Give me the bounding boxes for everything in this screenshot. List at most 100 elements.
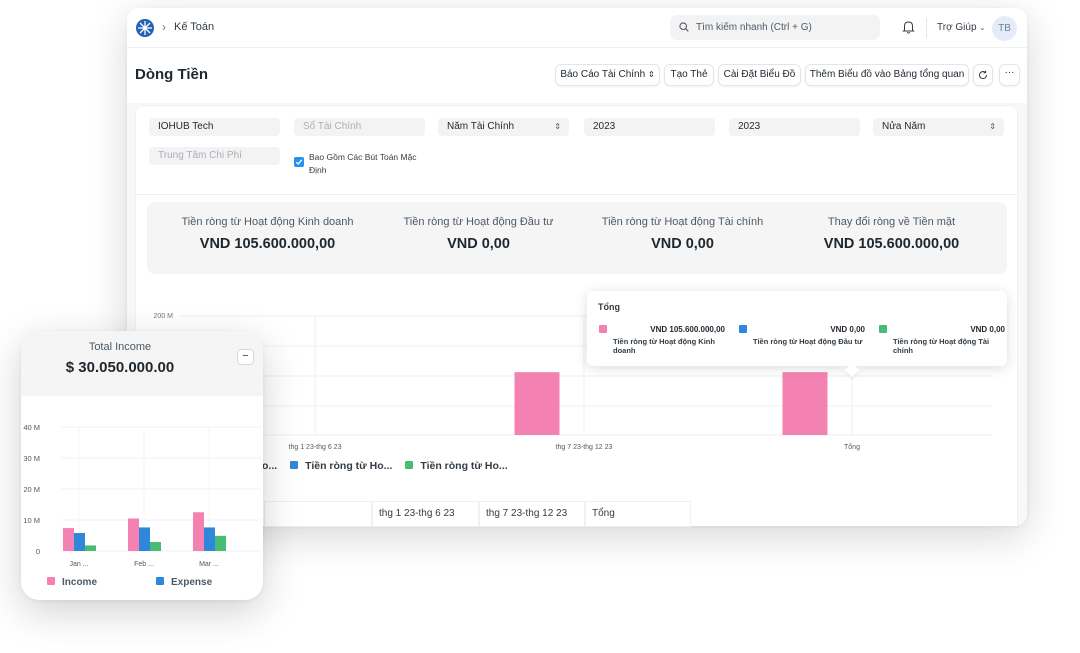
search-placeholder: Tìm kiếm nhanh (Ctrl + G) [696, 22, 812, 33]
bar [139, 527, 150, 551]
divider [926, 18, 927, 38]
legend-swatch-blue [290, 461, 299, 469]
to-year-field[interactable]: 2023 [729, 118, 860, 136]
search-icon [679, 22, 689, 32]
chevron-down-icon: ⌄ [979, 25, 986, 32]
page-title: Dòng Tiền [135, 66, 209, 83]
cost-center-field[interactable]: Trung Tâm Chi Phí [149, 147, 280, 165]
income-chart: 40 M 30 M 20 M 10 M 0 Jan ... Feb ... Mar ... [23, 423, 261, 568]
legend-item-income: Income [47, 577, 97, 588]
summary-item: Tiền ròng từ Hoạt động Kinh doanh VND 10… [160, 216, 375, 252]
help-dropdown[interactable]: Trợ Giúp ⌄ [937, 22, 985, 33]
bar [85, 545, 96, 551]
x-tick-label: Feb ... [134, 561, 154, 568]
summary-label: Thay đổi ròng về Tiền mặt [827, 216, 956, 228]
refresh-button[interactable] [973, 64, 993, 86]
period-type-value: Năm Tài Chính [447, 121, 515, 132]
summary-item: Tiền ròng từ Hoạt động Đầu tư VND 0,00 [371, 216, 586, 252]
collapse-button[interactable]: − [237, 349, 254, 365]
table-header-cell [264, 501, 372, 527]
tooltip-label: Tiền ròng từ Hoạt động Đầu tư [753, 337, 863, 346]
tooltip-label: Tiền ròng từ Hoạt động Kinh doanh [613, 337, 715, 355]
legend-swatch-green [405, 461, 414, 469]
income-card: Total Income $ 30.050.000.00 − 40 M 30 M 2… [21, 331, 263, 600]
bar [63, 528, 74, 551]
summary-label: Tiền ròng từ Hoạt động Đầu tư [403, 216, 554, 228]
bar [74, 533, 85, 551]
select-caret-icon: ⇕ [554, 122, 561, 131]
legend-label: Tiền ròng từ Ho... [305, 460, 393, 472]
summary-strip: Tiền ròng từ Hoạt động Kinh doanh VND 10… [147, 202, 1007, 274]
table-header-cell: thg 7 23-thg 12 23 [479, 501, 585, 527]
bar [128, 518, 139, 551]
tooltip-title: Tổng [598, 302, 620, 312]
summary-label: Tiền ròng từ Hoạt động Tài chính [601, 216, 764, 228]
periodicity-select[interactable]: Nửa Năm ⇕ [873, 118, 1004, 136]
help-label: Trợ Giúp [937, 22, 977, 33]
x-tick-label: Mar ... [199, 561, 219, 568]
summary-label: Tiền ròng từ Hoạt động Kinh doanh [181, 216, 354, 228]
include-default-checkbox[interactable] [294, 157, 304, 167]
legend-label: Tiền ròng từ Ho... [420, 460, 508, 472]
tooltip-value: VND 0,00 [830, 325, 865, 334]
include-default-label: Bao Gồm Các Bút Toán Mặc Định [309, 152, 417, 175]
legend-label: Expense [171, 577, 213, 588]
app-logo-icon[interactable] [135, 18, 155, 38]
check-icon [295, 159, 303, 165]
navbar: › Kế Toán Tìm kiếm nhanh (Ctrl + G) Trợ … [127, 8, 1027, 48]
income-card-header: Total Income $ 30.050.000.00 − [21, 331, 263, 396]
from-year-field[interactable]: 2023 [584, 118, 715, 136]
tooltip-swatch [879, 325, 887, 333]
tooltip-value: VND 0,00 [970, 325, 1005, 334]
search-input[interactable]: Tìm kiếm nhanh (Ctrl + G) [670, 15, 880, 40]
chart-settings-button[interactable]: Cài Đặt Biểu Đồ [718, 64, 801, 86]
legend-label: Income [62, 577, 98, 588]
period-type-select[interactable]: Năm Tài Chính ⇕ [438, 118, 569, 136]
company-field[interactable]: IOHUB Tech [149, 118, 280, 136]
bar [204, 527, 215, 551]
select-caret-icon: ⇕ [989, 122, 996, 131]
legend-swatch-blue [156, 577, 164, 585]
create-card-button[interactable]: Tạo Thẻ [664, 64, 714, 86]
chart-tooltip: Tổng VND 105.600.000,00 Tiền ròng từ Hoạ… [587, 291, 1007, 378]
y-tick-label: 10 M [23, 516, 40, 525]
legend-swatch-pink [47, 577, 55, 585]
summary-item: Tiền ròng từ Hoạt động Tài chính VND 0,0… [575, 216, 790, 252]
table-header-cell: Tổng [585, 501, 691, 527]
tooltip-label: Tiền ròng từ Hoạt động Tài chính [893, 337, 990, 355]
bar [193, 512, 204, 551]
refresh-icon [979, 70, 988, 80]
bell-icon[interactable] [902, 20, 915, 34]
income-value: $ 30.050.000.00 [65, 359, 175, 376]
x-tick-label: Jan ... [69, 561, 88, 568]
summary-item: Thay đổi ròng về Tiền mặt VND 105.600.00… [784, 216, 999, 252]
add-to-dashboard-button[interactable]: Thêm Biểu đồ vào Bảng tổng quan [805, 64, 969, 86]
chevron-right-icon: › [162, 20, 166, 34]
y-tick-label: 0 [36, 547, 40, 556]
more-icon: ··· [1004, 67, 1015, 78]
y-tick-label: 30 M [23, 454, 40, 463]
bar [215, 535, 226, 551]
legend-item-expense: Expense [156, 577, 212, 588]
main-legend: o... Tiền ròng từ Ho... Tiền ròng từ Ho.… [252, 460, 508, 472]
breadcrumb[interactable]: Kế Toán [174, 21, 214, 33]
stage: › Kế Toán Tìm kiếm nhanh (Ctrl + G) Trợ … [0, 0, 1080, 653]
y-tick-label: 40 M [23, 423, 40, 432]
tooltip-value: VND 105.600.000,00 [650, 325, 725, 334]
table-header-cell: thg 1 23-thg 6 23 [372, 501, 479, 527]
bar [150, 542, 161, 551]
report-select-button[interactable]: Báo Cáo Tài Chính ⇕ [555, 64, 660, 86]
more-menu-button[interactable]: ··· [999, 64, 1020, 86]
filter-divider [136, 194, 1019, 195]
legend-partial: o... [262, 460, 278, 472]
summary-value: VND 0,00 [651, 236, 714, 252]
summary-value: VND 105.600.000,00 [823, 236, 960, 252]
avatar[interactable]: TB [992, 16, 1017, 41]
y-tick-label: 20 M [23, 485, 40, 494]
periodicity-value: Nửa Năm [882, 121, 926, 132]
summary-value: VND 0,00 [447, 236, 510, 252]
finance-book-field[interactable]: Sổ Tài Chính [294, 118, 425, 136]
report-select-label: Báo Cáo Tài Chính [560, 69, 646, 80]
tooltip-swatch [739, 325, 747, 333]
select-caret-icon: ⇕ [647, 70, 655, 79]
